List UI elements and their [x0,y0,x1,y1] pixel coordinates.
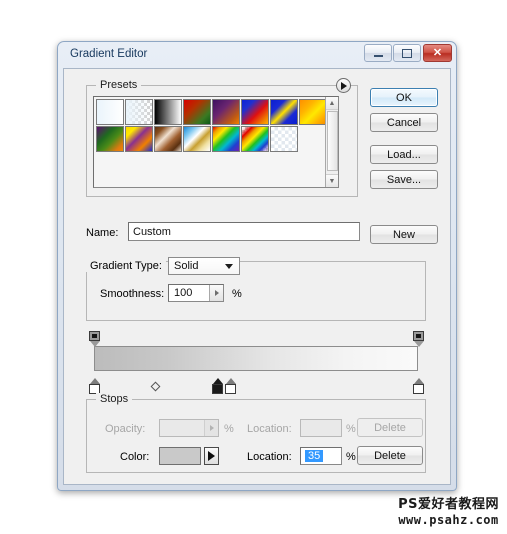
opacity-spinner [204,420,218,436]
name-label: Name: [86,227,119,239]
scrollbar-thumb[interactable] [327,111,338,171]
smoothness-input[interactable]: 100 [168,284,224,302]
opacity-stop-row: Opacity: % Location: % Delete [87,418,425,440]
opacity-location-input [300,419,342,437]
presets-group-label: Presets [96,79,142,91]
cancel-button[interactable]: Cancel [370,113,438,132]
maximize-button[interactable] [393,44,421,62]
preset-swatch-red-green[interactable] [183,99,211,125]
watermark: PS爱好者教程网 www.psahz.com [398,497,499,528]
preset-swatch-copper[interactable] [154,126,182,152]
opacity-stop-head [89,331,100,341]
watermark-line-1: PS爱好者教程网 [398,496,499,512]
opacity-delete-button: Delete [357,418,423,437]
color-stop-35[interactable] [212,378,224,394]
color-location-label: Location: [247,451,292,463]
color-location-value: 35 [305,450,324,462]
gradient-type-value: Solid [174,260,199,272]
swatch-overlay [126,100,152,124]
preset-swatch-violet-orange[interactable] [212,99,240,125]
new-button[interactable]: New [370,225,438,244]
watermark-line-2: www.psahz.com [398,513,499,527]
color-stop-42[interactable] [225,378,237,394]
presets-group: Presets ▲ ▼ [86,78,358,197]
chevron-down-icon [225,264,233,269]
color-stop-row: Color: Location: 35 % Delete [87,446,425,468]
color-swatch[interactable] [159,447,201,465]
color-stop-head [225,384,237,394]
stops-group: Stops Opacity: % Location: % Delete Colo… [86,393,426,473]
gradient-type-select[interactable]: Solid [168,257,240,275]
opacity-stop-left[interactable] [89,331,100,347]
dialog-body: Presets ▲ ▼ OK Cancel Load... Save... Ne… [63,68,451,485]
opacity-stop-tip [89,341,100,347]
smoothness-value: 100 [174,287,193,299]
minimize-button[interactable] [364,44,392,62]
preset-scrollbar[interactable]: ▲ ▼ [325,97,338,187]
color-delete-button[interactable]: Delete [357,446,423,465]
opacity-unit: % [224,423,234,435]
preset-swatch-foreground-to-background[interactable] [96,99,124,125]
name-input[interactable]: Custom [128,222,360,241]
gradient-preview-area [86,331,426,394]
preset-swatch-orange-yellow-orange[interactable] [299,99,327,125]
color-label: Color: [120,451,150,463]
color-dropdown-icon[interactable] [204,447,219,465]
ok-button[interactable]: OK [370,88,438,107]
color-stop-head [212,384,224,394]
minimize-icon [365,45,391,61]
opacity-stop-right[interactable] [413,331,424,347]
preset-swatch-spectrum[interactable] [212,126,240,152]
color-stop-100[interactable] [413,378,424,394]
gradient-bar[interactable] [94,346,418,371]
title-bar[interactable]: Gradient Editor ✕ [58,42,456,68]
midpoint-marker[interactable] [150,381,161,392]
smoothness-label: Smoothness: [100,288,165,300]
swatch-overlay [242,127,268,151]
preset-swatch-grid [96,99,328,153]
smoothness-spinner[interactable] [209,285,223,301]
load-button[interactable]: Load... [370,145,438,164]
stops-group-label: Stops [96,393,133,405]
color-stop-head [413,384,424,394]
opacity-location-label: Location: [247,423,292,435]
opacity-location-unit: % [346,423,356,435]
window-title: Gradient Editor [70,48,148,60]
preset-swatch-transparent-rainbow[interactable] [241,126,269,152]
maximize-icon [394,45,420,61]
close-button[interactable]: ✕ [423,44,452,62]
gradient-type-label: Gradient Type: [86,260,166,272]
opacity-stop-tip [413,341,424,347]
preset-swatch-black-white[interactable] [154,99,182,125]
preset-flyout-menu-icon[interactable] [336,78,351,93]
color-location-input[interactable]: 35 [300,447,342,465]
preset-swatch-blue-red-yellow[interactable] [241,99,269,125]
opacity-input [159,419,219,437]
preset-swatch-transparent-stripes[interactable] [270,126,298,152]
preset-swatch-blue-yellow-blue[interactable] [270,99,298,125]
gradient-editor-dialog: Gradient Editor ✕ Presets ▲ ▼ OK Cancel … [57,41,457,491]
color-stop-0[interactable] [89,378,100,394]
opacity-label: Opacity: [105,423,146,435]
preset-swatch-violet-green-orange[interactable] [96,126,124,152]
scroll-up-icon[interactable]: ▲ [326,97,338,110]
color-location-unit: % [346,451,356,463]
close-icon: ✕ [432,46,443,59]
preset-swatch-chrome[interactable] [183,126,211,152]
preset-swatch-panel[interactable]: ▲ ▼ [93,96,339,188]
preset-swatch-yellow-violet-orange-blue[interactable] [125,126,153,152]
save-button[interactable]: Save... [370,170,438,189]
smoothness-unit: % [232,288,242,300]
opacity-stop-head [413,331,424,341]
scroll-down-icon[interactable]: ▼ [326,174,338,187]
preset-swatch-foreground-to-transparent[interactable] [125,99,153,125]
